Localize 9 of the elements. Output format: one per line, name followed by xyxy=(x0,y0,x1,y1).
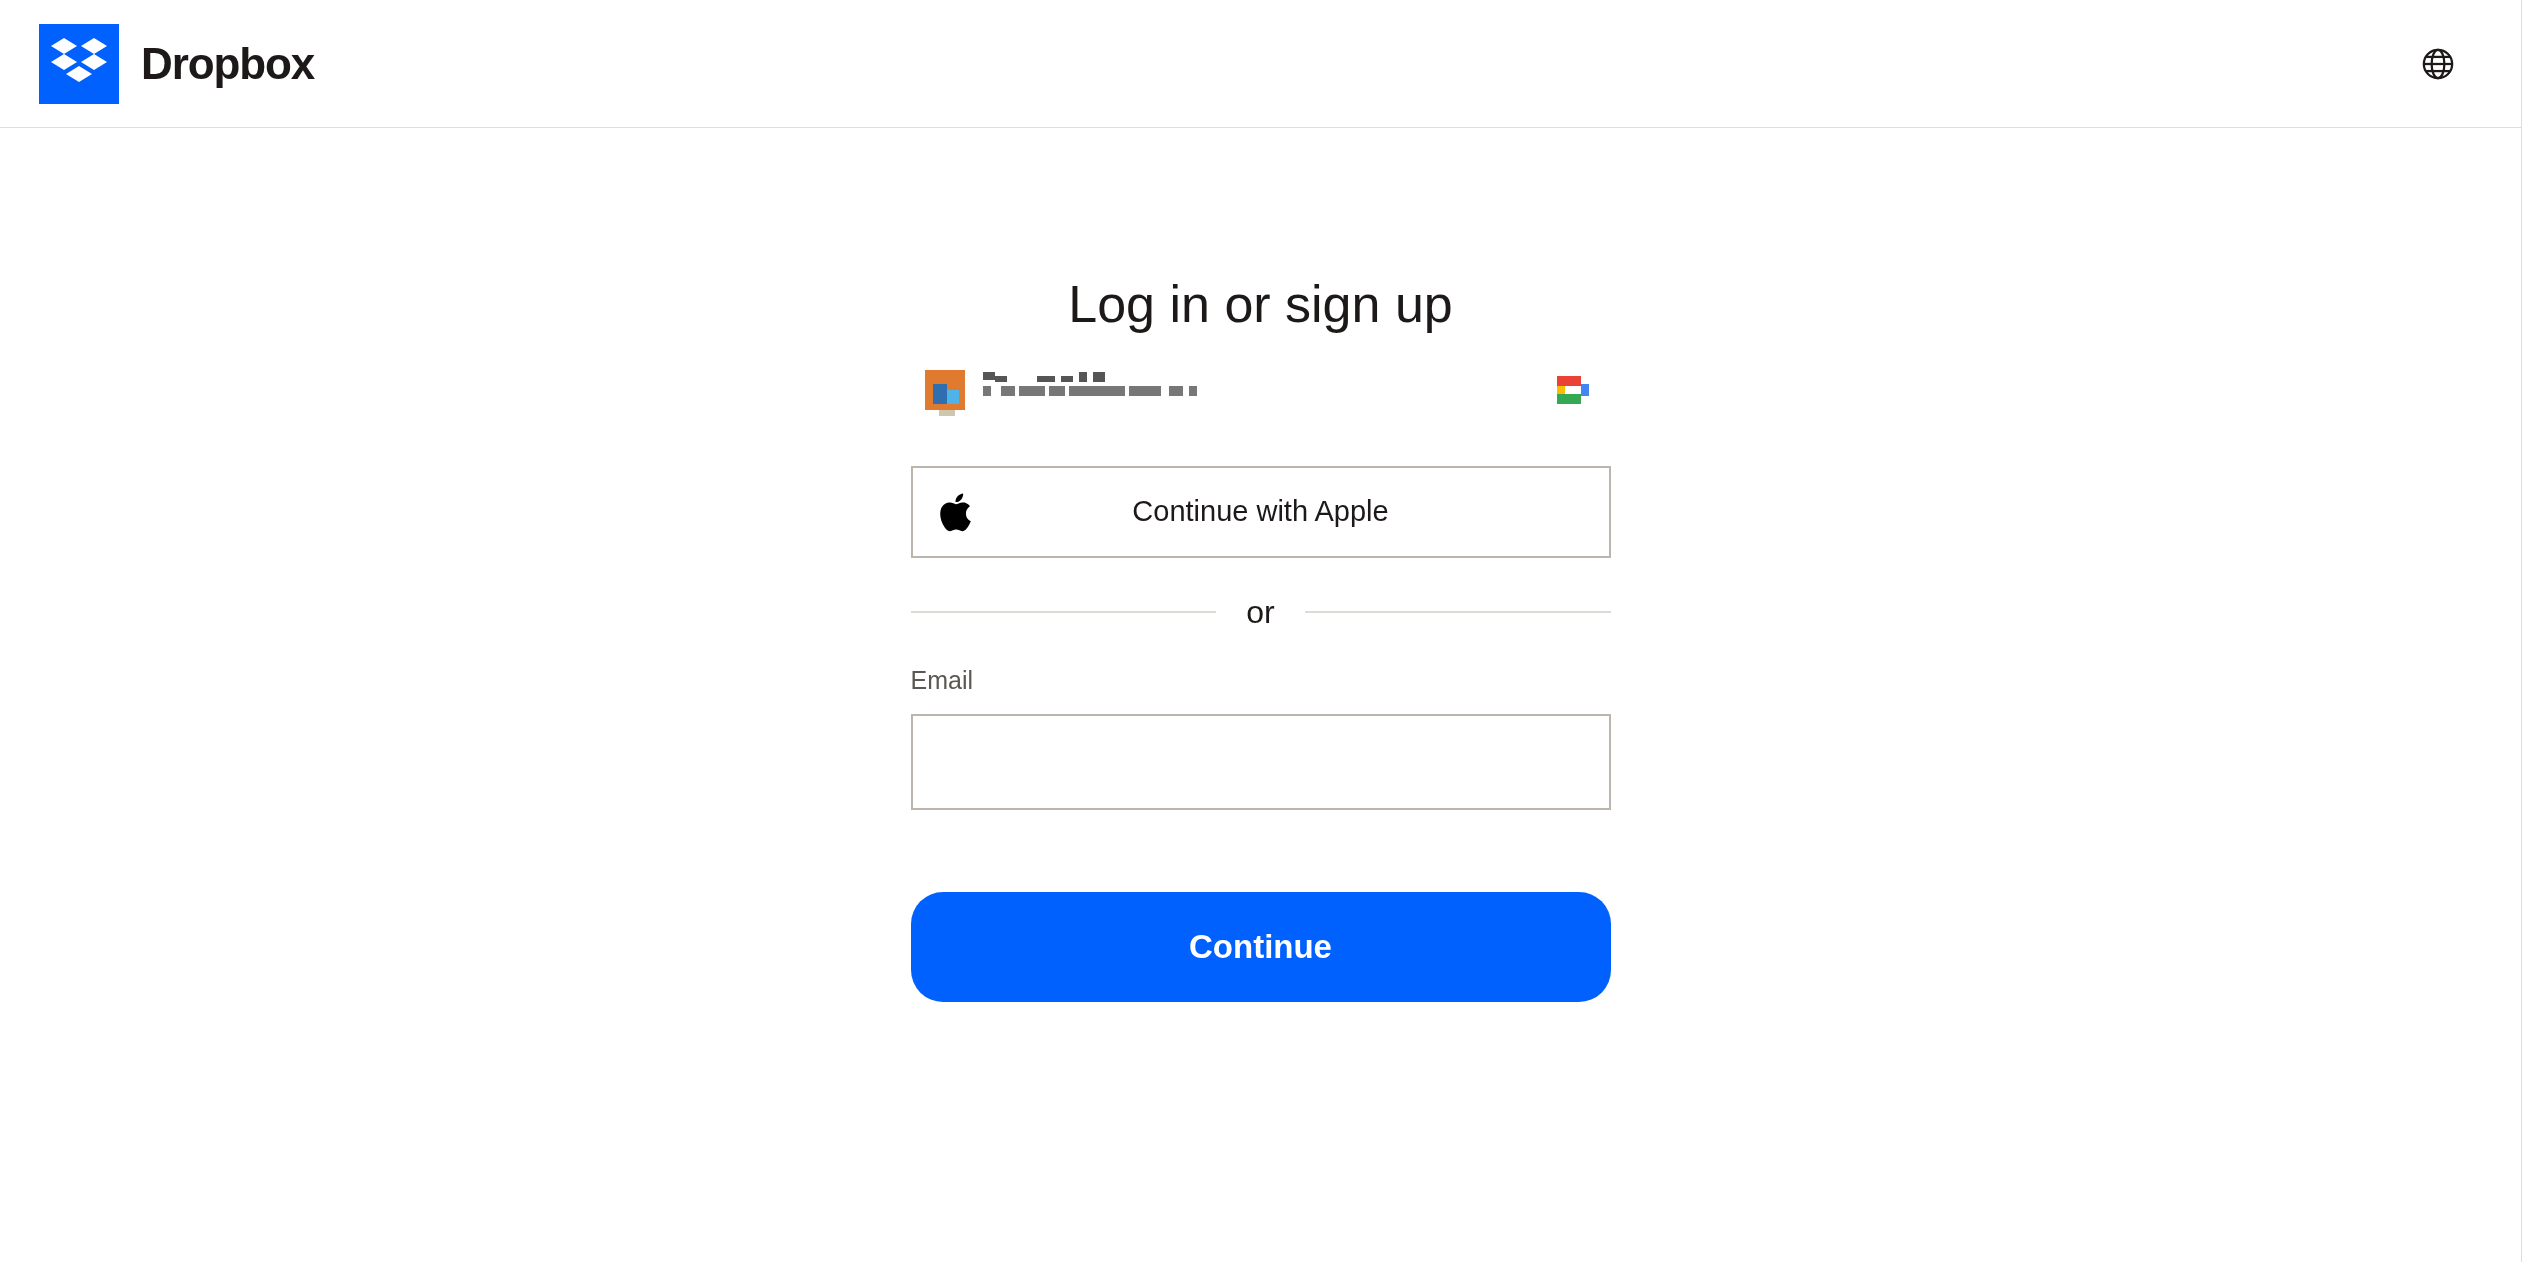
or-divider-text: or xyxy=(1246,593,1275,632)
brand-name[interactable]: Dropbox xyxy=(141,30,315,97)
continue-with-apple-button[interactable]: Continue with Apple xyxy=(910,466,1611,558)
page-title: Log in or sign up xyxy=(1067,274,1454,334)
email-field[interactable] xyxy=(910,713,1611,810)
dropbox-logo-icon xyxy=(39,23,119,104)
continue-button[interactable]: Continue xyxy=(910,891,1611,1002)
email-label: Email xyxy=(910,665,974,696)
globe-icon[interactable] xyxy=(2421,46,2455,81)
